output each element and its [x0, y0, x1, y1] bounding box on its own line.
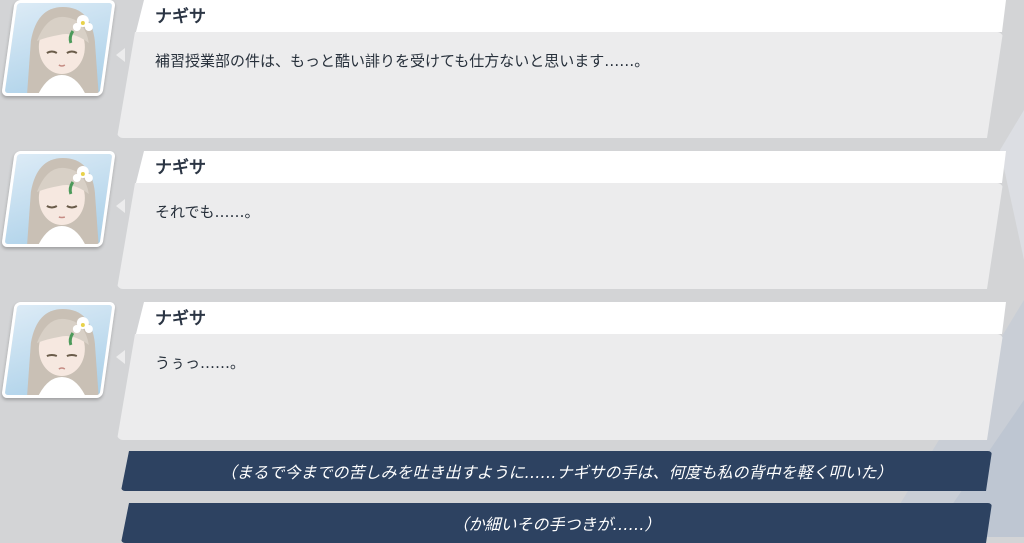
- narration-bar[interactable]: （まるで今までの苦しみを吐き出すように……ナギサの手は、何度も私の背中を軽く叩い…: [121, 451, 992, 491]
- message-text: 補習授業部の件は、もっと酷い誹りを受けても仕方ないと思います……。: [155, 52, 650, 70]
- speaker-name: ナギサ: [155, 158, 206, 178]
- speech-pointer: [116, 199, 125, 213]
- chat-message: ナギサ それでも……。: [0, 151, 1024, 301]
- message-text: うぅっ……。: [155, 354, 246, 372]
- speaker-name-panel: ナギサ: [136, 0, 1006, 32]
- avatar[interactable]: [1, 302, 116, 398]
- speech-pointer: [116, 350, 125, 364]
- chat-message: ナギサ 補習授業部の件は、もっと酷い誹りを受けても仕方ないと思います……。: [0, 0, 1024, 150]
- speaker-name-panel: ナギサ: [136, 302, 1006, 334]
- avatar[interactable]: [1, 0, 116, 96]
- message-text-panel: 補習授業部の件は、もっと酷い誹りを受けても仕方ないと思います……。: [117, 32, 1003, 138]
- character-portrait-icon: [26, 309, 99, 398]
- character-portrait-icon: [26, 7, 99, 96]
- avatar[interactable]: [1, 151, 116, 247]
- speaker-name-panel: ナギサ: [136, 151, 1006, 183]
- character-portrait-icon: [26, 158, 99, 247]
- message-text: それでも……。: [155, 203, 260, 221]
- message-text-panel: うぅっ……。: [117, 334, 1003, 440]
- speaker-name: ナギサ: [155, 309, 206, 329]
- narration-bar[interactable]: （か細いその手つきが……）: [121, 503, 992, 543]
- message-text-panel: それでも……。: [117, 183, 1003, 289]
- speaker-name: ナギサ: [155, 7, 206, 27]
- speech-pointer: [116, 48, 125, 62]
- chat-message: ナギサ うぅっ……。: [0, 302, 1024, 452]
